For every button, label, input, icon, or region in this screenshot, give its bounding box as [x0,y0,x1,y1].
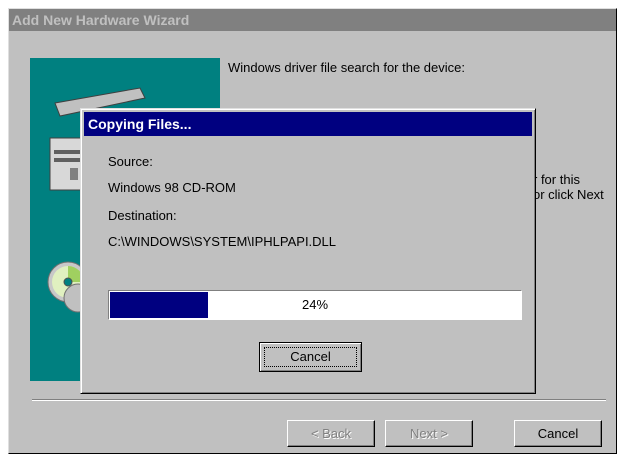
copying-files-dialog: Copying Files... Source: Windows 98 CD-R… [80,108,536,394]
wizard-separator [32,399,606,401]
wizard-instruction-text: Windows driver file search for the devic… [228,60,465,75]
source-label: Source: [108,154,153,169]
progress-percent-text: 24% [301,297,329,312]
source-value: Windows 98 CD-ROM [108,180,236,195]
copy-progress-bar: 24% [108,290,522,320]
dialog-title-bar[interactable]: Copying Files... [84,112,532,136]
dialog-cancel-button[interactable]: Cancel [259,342,362,372]
wizard-partial-line-1: r for this [533,172,580,187]
wizard-cancel-button[interactable]: Cancel [514,420,602,447]
add-new-hardware-wizard-window: Add New Hardware Wizard Windows driver f… [8,8,617,454]
wizard-title-bar[interactable]: Add New Hardware Wizard [9,9,616,31]
destination-label: Destination: [108,208,177,223]
destination-value: C:\WINDOWS\SYSTEM\IPHLPAPI.DLL [108,234,337,249]
next-button[interactable]: Next > [385,420,473,447]
wizard-partial-line-2: or click Next [533,187,604,202]
focus-ring [264,347,357,367]
wizard-partial-text: r for this or click Next [533,172,604,202]
back-button[interactable]: < Back [287,420,375,447]
